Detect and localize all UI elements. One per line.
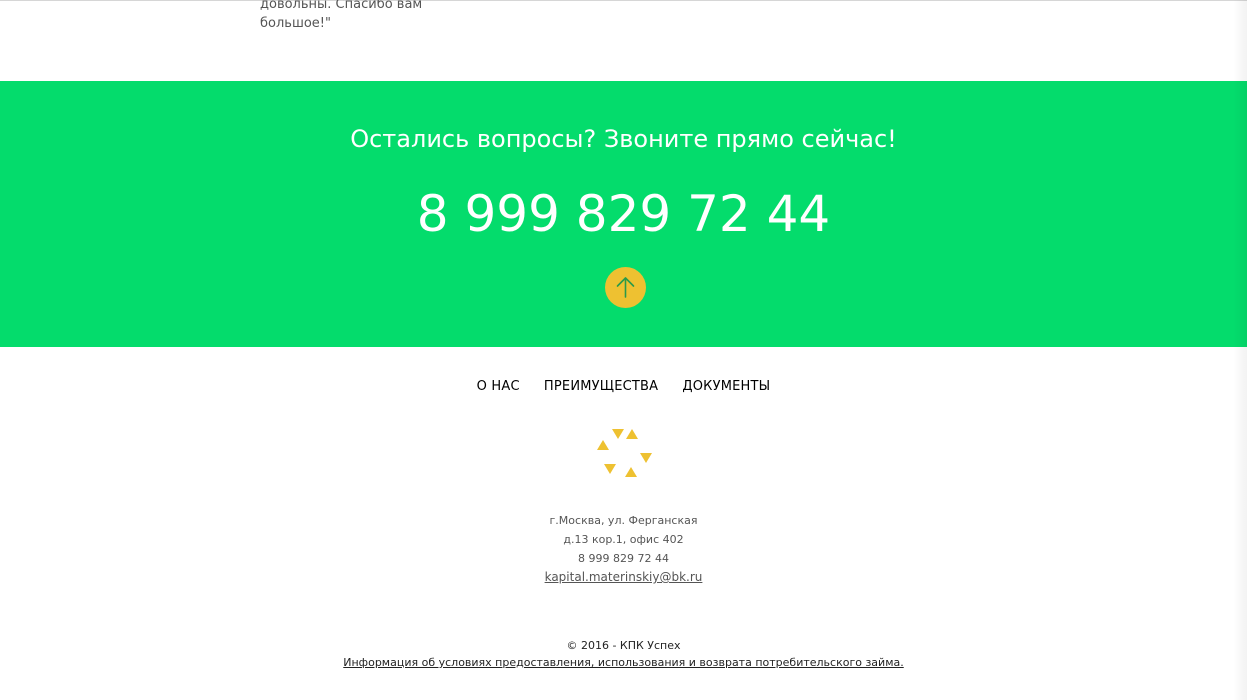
testimonial-text: довольны. Спасибо вам большое!" (260, 0, 460, 33)
address-line: д.13 кор.1, офис 402 (563, 533, 684, 546)
email-link[interactable]: kapital.materinskiy@bk.ru (545, 570, 703, 584)
contacts-block: г.Москва, ул. Ферганская д.13 кор.1, офи… (0, 511, 1247, 587)
arrow-up-icon (616, 277, 635, 298)
nav-item-documents[interactable]: ДОКУМЕНТЫ (682, 377, 770, 397)
testimonial-line: большое!" (260, 16, 331, 31)
scrollbar-shadow (1233, 0, 1247, 700)
cta-title: Остались вопросы? Звоните прямо сейчас! (350, 125, 897, 153)
footer-nav: О НАС ПРЕИМУЩЕСТВА ДОКУМЕНТЫ (0, 377, 1247, 397)
contact-phone: 8 999 829 72 44 (578, 552, 669, 565)
address-line: г.Москва, ул. Ферганская (549, 514, 698, 527)
cta-phone-number[interactable]: 8 999 829 72 44 (0, 183, 1247, 245)
loan-info-link[interactable]: Информация об условиях предоставления, и… (343, 656, 903, 669)
footer: © 2016 - КПК Успех Информация об условия… (0, 637, 1247, 671)
triangles-logo-icon (597, 429, 652, 477)
scroll-to-top-button[interactable] (605, 267, 646, 308)
nav-item-about[interactable]: О НАС (477, 377, 520, 397)
page: довольны. Спасибо вам большое!" Остались… (0, 0, 1247, 700)
copyright: © 2016 - КПК Успех (566, 639, 681, 652)
testimonial-line: довольны. Спасибо вам (260, 0, 423, 12)
nav-item-advantages[interactable]: ПРЕИМУЩЕСТВА (544, 377, 658, 397)
divider (0, 0, 1247, 1)
